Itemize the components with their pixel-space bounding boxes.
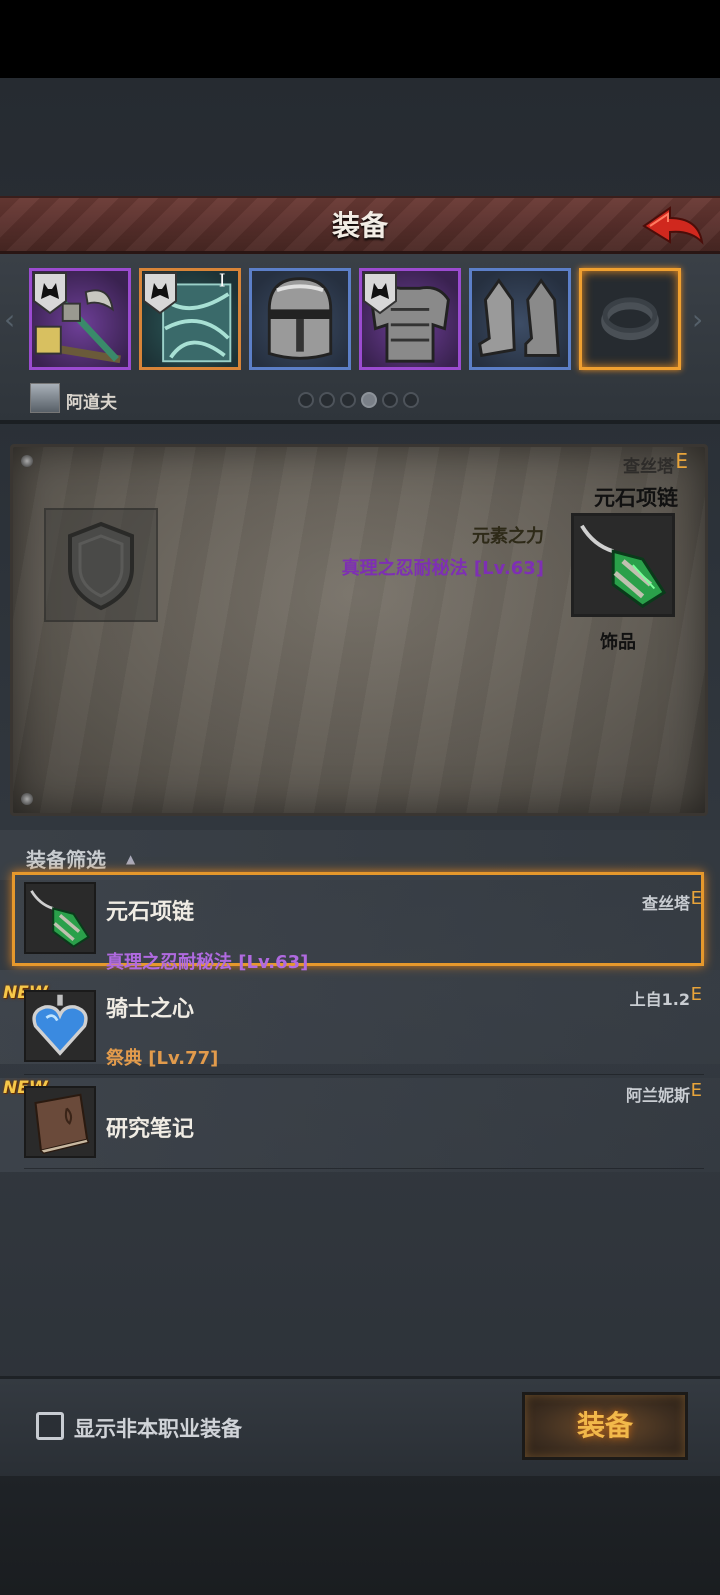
list-item-owner: 上自1.2: [629, 990, 690, 1009]
row-divider: [24, 1074, 704, 1075]
page-dot[interactable]: [298, 392, 314, 408]
page-indicator: [298, 392, 419, 408]
svg-text:I: I: [219, 271, 226, 291]
list-item-grade: E: [690, 984, 702, 1005]
strip-prev-arrow-icon[interactable]: ‹: [4, 300, 18, 340]
list-item-name: 骑士之心: [106, 997, 195, 1022]
rivet: [21, 455, 33, 467]
wolf-crest-icon: [363, 272, 397, 315]
list-item-grade: E: [690, 888, 702, 909]
heart-pendant-icon: [26, 992, 94, 1060]
notebook-icon: [26, 1088, 94, 1156]
caret-up-icon[interactable]: ▲: [126, 852, 135, 866]
list-item-icon: [24, 882, 96, 954]
list-item-name: 元石项链: [106, 900, 195, 925]
wolf-crest-icon: [143, 272, 177, 315]
slot-weapon[interactable]: [29, 268, 131, 370]
helmet-icon: [267, 277, 333, 360]
list-item-name: 研究笔记: [106, 1117, 195, 1142]
equip-button-label: 装备: [576, 1409, 633, 1442]
list-item-icon: [24, 990, 96, 1062]
slot-accessory-selected[interactable]: [579, 268, 681, 370]
list-item-skill: 祭典 [Lv.77]: [106, 1048, 219, 1069]
character-name: 阿道夫: [66, 393, 117, 413]
equip-button[interactable]: 装备: [522, 1392, 688, 1460]
title-bar: 装备: [0, 196, 720, 254]
character-avatar[interactable]: [30, 383, 60, 413]
wolf-crest-icon: [33, 272, 67, 315]
page-dot[interactable]: [382, 392, 398, 408]
strip-next-arrow-icon[interactable]: ›: [692, 300, 706, 340]
ring-icon: [601, 297, 659, 341]
slot-boots[interactable]: [469, 268, 571, 370]
list-item-owner: 阿兰妮斯: [625, 1086, 690, 1105]
rivet: [21, 793, 33, 805]
slot-helmet[interactable]: [249, 268, 351, 370]
detail-item-name: 元石项链: [594, 486, 678, 510]
detail-skill-1: 元素之力: [472, 526, 544, 547]
detail-owner: 查丝塔: [623, 457, 674, 477]
detail-skill-2: 真理之忍耐秘法 [Lv.63]: [341, 558, 544, 579]
page-dot[interactable]: [403, 392, 419, 408]
shield-icon: [68, 521, 134, 611]
page-title: 装备: [331, 209, 388, 242]
crystal-necklace-icon: [574, 516, 672, 614]
show-other-class-label[interactable]: 显示非本职业装备: [74, 1413, 242, 1443]
page-dot[interactable]: [319, 392, 335, 408]
list-item-owner: 查丝塔: [641, 894, 690, 913]
row-divider: [24, 1168, 704, 1169]
shield-placeholder: [44, 508, 158, 622]
bottom-spacer: [0, 1476, 720, 1595]
crystal-necklace-icon: [26, 884, 94, 952]
list-item-icon: [24, 1086, 96, 1158]
show-other-class-checkbox[interactable]: [36, 1412, 64, 1440]
back-arrow-icon[interactable]: [640, 204, 706, 248]
status-bar-area: [0, 0, 720, 78]
filter-label[interactable]: 装备筛选: [26, 844, 106, 873]
slot-armor[interactable]: [359, 268, 461, 370]
page-dot[interactable]: [340, 392, 356, 408]
detail-item-icon: [571, 513, 675, 617]
page-dot-active[interactable]: [361, 392, 377, 408]
slot-offhand[interactable]: I: [139, 268, 241, 370]
list-item-grade: E: [690, 1080, 702, 1101]
detail-grade: E: [675, 449, 688, 473]
greaves-icon: [478, 278, 560, 358]
detail-item-type: 饰品: [600, 632, 636, 653]
